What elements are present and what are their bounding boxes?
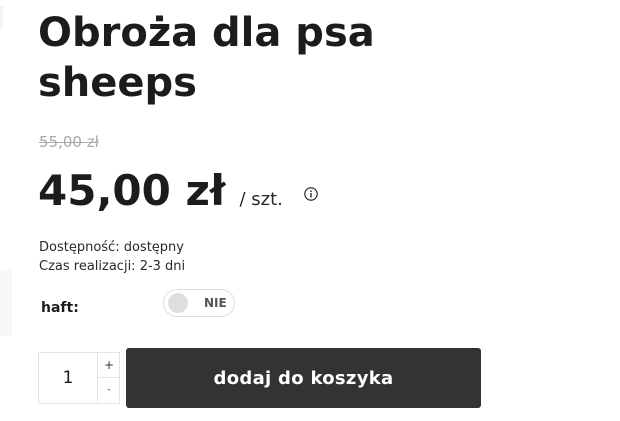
availability-status: Dostępność: dostępny <box>39 240 184 255</box>
left-edge-decoration <box>0 270 12 336</box>
info-icon[interactable] <box>304 186 318 201</box>
quantity-decrease-button[interactable]: - <box>98 378 120 403</box>
quantity-stepper-buttons: + - <box>97 353 120 403</box>
quantity-input[interactable] <box>39 353 97 403</box>
lead-time: Czas realizacji: 2-3 dni <box>39 259 186 274</box>
quantity-stepper: + - <box>38 352 120 404</box>
toggle-state-label: NIE <box>204 296 227 310</box>
product-title: Obroża dla psa sheeps <box>38 10 375 106</box>
old-price: 55,00 zł <box>39 133 99 151</box>
product-page: Obroża dla psa sheeps 55,00 zł 45,00 zł … <box>0 0 620 421</box>
left-edge-decoration <box>0 6 3 28</box>
quantity-increase-button[interactable]: + <box>98 353 120 378</box>
price-unit: / szt. <box>239 189 283 210</box>
haft-option-label: haft: <box>41 300 79 316</box>
price-row: 45,00 zł / szt. <box>38 166 283 216</box>
toggle-knob <box>168 293 188 313</box>
current-price: 45,00 zł <box>38 166 226 215</box>
haft-toggle[interactable]: NIE <box>163 289 235 317</box>
add-to-cart-button[interactable]: dodaj do koszyka <box>126 348 481 408</box>
availability-info: Dostępność: dostępny Czas realizacji: 2-… <box>39 238 185 276</box>
